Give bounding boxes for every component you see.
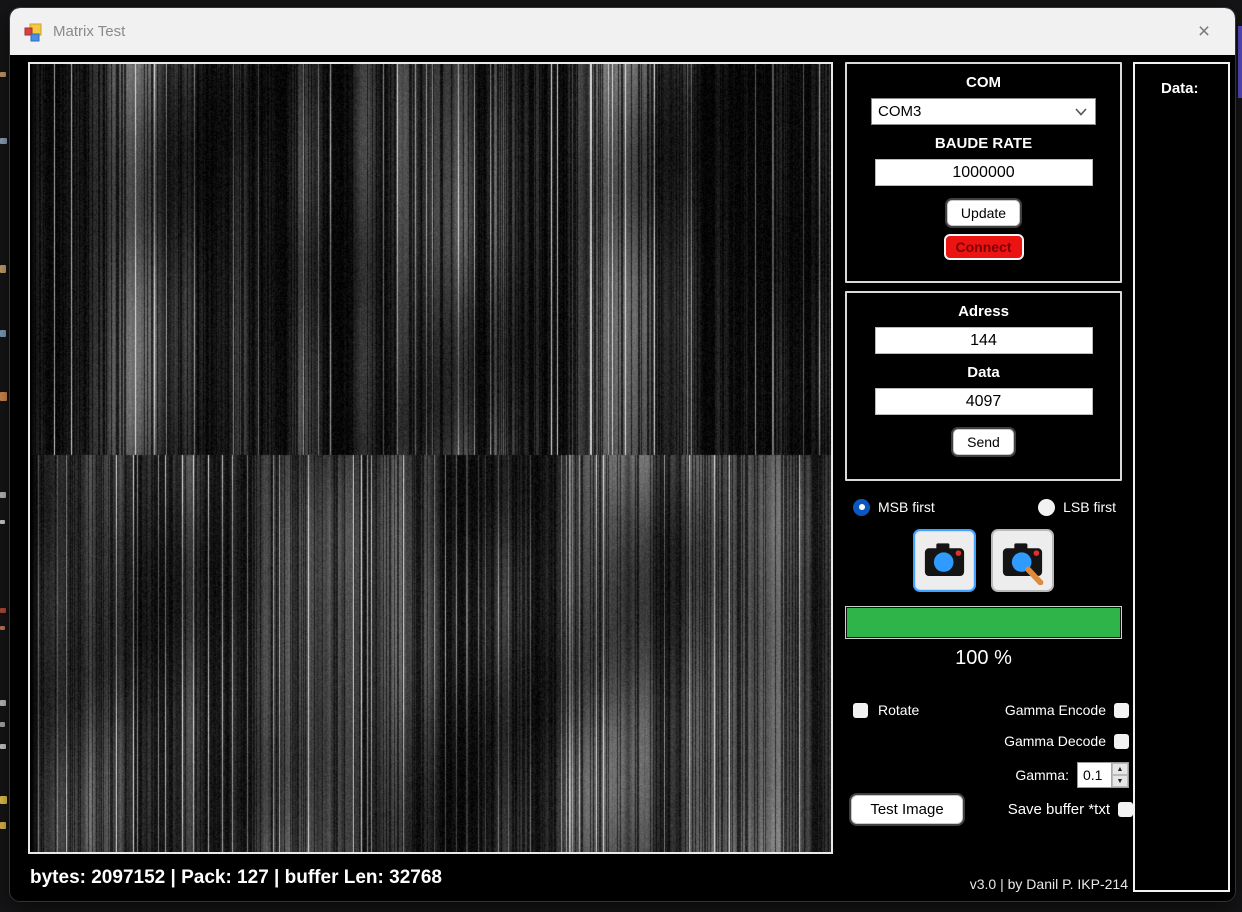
- test-row: Test Image Save buffer *txt: [845, 795, 1135, 824]
- address-data-groupbox: Adress Data Send: [845, 291, 1122, 481]
- data-label: Data: [847, 364, 1120, 381]
- background-artifact: [0, 138, 7, 144]
- com-port-value: COM3: [878, 103, 921, 120]
- msb-first-label: MSB first: [878, 499, 935, 515]
- baud-rate-label: BAUDE RATE: [847, 135, 1120, 152]
- lsb-first-label: LSB first: [1063, 499, 1116, 515]
- rotate-encode-row: Rotate Gamma Encode: [845, 700, 1133, 720]
- matrix-test-window: Matrix Test × COM COM3 BAUDE: [10, 8, 1235, 901]
- chevron-down-icon: [1075, 108, 1087, 116]
- background-artifact: [0, 744, 6, 749]
- camera-icon: [920, 536, 969, 585]
- gamma-spinner[interactable]: 0.1 ▲ ▼: [1077, 762, 1129, 788]
- desktop-background: Matrix Test × COM COM3 BAUDE: [0, 0, 1242, 912]
- sensor-image-panel: [28, 62, 833, 854]
- sensor-noise-image: [30, 64, 831, 852]
- background-artifact: [0, 822, 6, 829]
- background-artifact: [0, 626, 5, 630]
- background-artifact: [0, 700, 6, 706]
- baud-rate-input[interactable]: [875, 159, 1093, 186]
- status-stats: bytes: 2097152 | Pack: 127 | buffer Len:…: [30, 867, 442, 889]
- window-title: Matrix Test: [53, 23, 125, 40]
- save-buffer-checkbox[interactable]: [1118, 802, 1133, 817]
- rotate-label: Rotate: [878, 702, 919, 718]
- gamma-decode-checkbox[interactable]: [1114, 734, 1129, 749]
- msb-first-radio[interactable]: [853, 499, 870, 516]
- background-artifact: [0, 492, 6, 498]
- bit-order-row: MSB first LSB first: [845, 496, 1122, 518]
- progress-bar-fill: [847, 608, 1120, 637]
- connect-button[interactable]: Connect: [944, 234, 1024, 260]
- address-input[interactable]: [875, 327, 1093, 354]
- data-input[interactable]: [875, 388, 1093, 415]
- rotate-checkbox[interactable]: [853, 703, 868, 718]
- background-artifact: [0, 72, 6, 77]
- test-image-button[interactable]: Test Image: [851, 795, 963, 824]
- background-artifact: [0, 722, 5, 727]
- capture-buttons-row: [845, 529, 1122, 592]
- camera-magnifier-icon: [998, 536, 1047, 585]
- background-artifact: [0, 392, 7, 401]
- progress-percent-label: 100 %: [845, 647, 1122, 670]
- background-artifact: [0, 608, 6, 613]
- version-label: v3.0 | by Danil P. IKP-214: [845, 876, 1128, 892]
- com-groupbox: COM COM3 BAUDE RATE Update: [845, 62, 1122, 283]
- gamma-label: Gamma:: [1015, 767, 1069, 783]
- background-artifact: [0, 796, 7, 804]
- update-button[interactable]: Update: [947, 200, 1020, 226]
- lsb-first-radio[interactable]: [1038, 499, 1055, 516]
- capture-button[interactable]: [913, 529, 976, 592]
- data-panel-title: Data:: [1161, 80, 1228, 97]
- decode-row: Gamma Decode: [845, 731, 1133, 751]
- spinner-arrows: ▲ ▼: [1111, 763, 1128, 787]
- address-label: Adress: [847, 303, 1120, 320]
- client-area: COM COM3 BAUDE RATE Update: [10, 55, 1235, 901]
- spin-up-icon[interactable]: ▲: [1112, 763, 1128, 775]
- gamma-value-row: Gamma: 0.1 ▲ ▼: [845, 761, 1133, 789]
- save-buffer-label: Save buffer *txt: [1008, 801, 1110, 818]
- background-artifact: [0, 265, 6, 273]
- gamma-encode-label: Gamma Encode: [1005, 702, 1106, 718]
- close-button[interactable]: ×: [1173, 8, 1235, 55]
- background-artifact: [0, 330, 6, 337]
- progress-bar: [845, 606, 1122, 639]
- send-button[interactable]: Send: [953, 429, 1014, 455]
- com-label: COM: [847, 74, 1120, 91]
- gamma-decode-label: Gamma Decode: [1004, 733, 1106, 749]
- app-icon: [23, 22, 43, 42]
- titlebar[interactable]: Matrix Test ×: [10, 8, 1235, 55]
- com-port-select[interactable]: COM3: [871, 98, 1096, 125]
- capture-preview-button[interactable]: [991, 529, 1054, 592]
- background-artifact: [0, 520, 5, 524]
- background-artifact: [1238, 26, 1242, 98]
- data-panel: Data:: [1133, 62, 1230, 892]
- spin-down-icon[interactable]: ▼: [1112, 775, 1128, 787]
- gamma-value: 0.1: [1078, 763, 1111, 787]
- gamma-encode-checkbox[interactable]: [1114, 703, 1129, 718]
